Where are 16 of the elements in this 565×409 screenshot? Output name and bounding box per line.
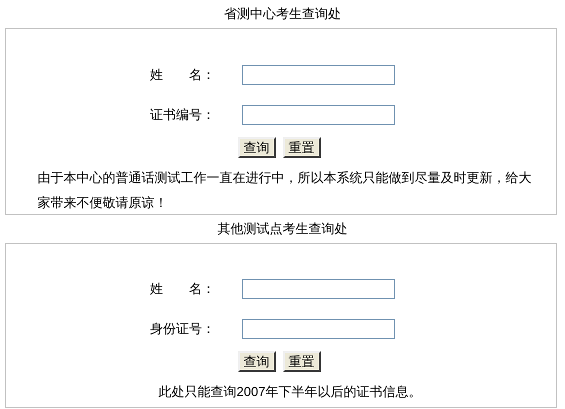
field-label: 证书编号： <box>150 106 216 124</box>
text-input[interactable] <box>242 65 395 85</box>
text-input[interactable] <box>242 279 395 299</box>
query-button[interactable]: 查询 <box>238 351 276 372</box>
text-input[interactable] <box>242 319 395 339</box>
query-button[interactable]: 查询 <box>238 137 276 158</box>
text-input[interactable] <box>242 105 395 125</box>
section-title: 其他测试点考生查询处 <box>218 221 348 237</box>
field-label: 身份证号： <box>150 320 216 338</box>
section-title: 省测中心考生查询处 <box>224 6 341 22</box>
notice-text: 此处只能查询2007年下半年以后的证书信息。 <box>158 383 422 401</box>
reset-button[interactable]: 重置 <box>282 137 320 158</box>
notice-text: 由于本中心的普通话测试工作一直在进行中，所以本系统只能做到尽量及时更新，给大家带来不便敬请原谅！ <box>38 169 532 212</box>
field-label: 姓 名： <box>150 280 216 298</box>
reset-button[interactable]: 重置 <box>282 351 320 372</box>
field-label: 姓 名： <box>150 66 216 84</box>
